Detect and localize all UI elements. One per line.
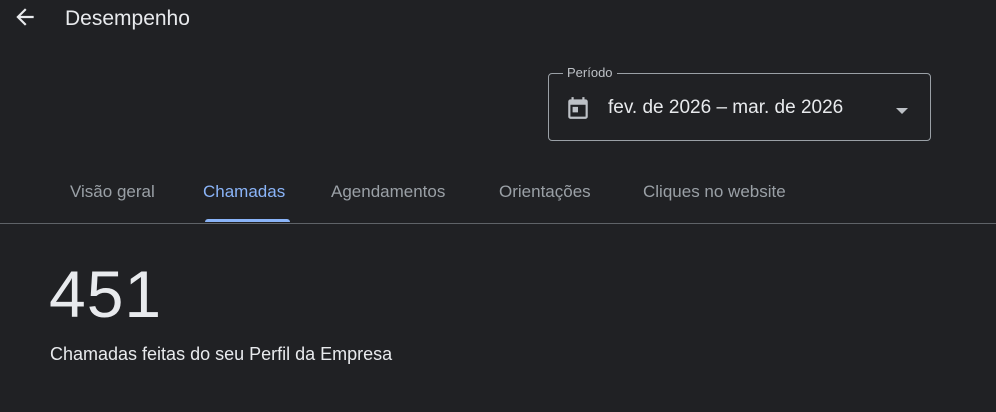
period-value: fev. de 2026 – mar. de 2026 [608, 97, 844, 118]
tab-overview[interactable]: Visão geral [70, 180, 155, 204]
back-button[interactable] [10, 4, 40, 34]
tab-directions[interactable]: Orientações [499, 180, 591, 204]
arrow-back-icon [12, 4, 38, 35]
tab-calls[interactable]: Chamadas [203, 180, 285, 204]
calendar-icon [565, 95, 591, 121]
calls-count: 451 [49, 257, 163, 331]
active-tab-indicator [205, 219, 290, 222]
period-select[interactable]: Período fev. de 2026 – mar. de 2026 [548, 64, 931, 141]
period-label: Período [563, 64, 617, 82]
arrow-drop-down-icon [895, 103, 909, 114]
tab-bar: Visão geral Chamadas Agendamentos Orient… [0, 170, 996, 224]
page-title: Desempenho [65, 7, 190, 30]
tab-bookings[interactable]: Agendamentos [331, 180, 445, 204]
calls-description: Chamadas feitas do seu Perfil da Empresa [50, 344, 393, 364]
tab-website-clicks[interactable]: Cliques no website [643, 180, 786, 204]
performance-page: Desempenho Período fev. de 2026 – mar. d… [0, 0, 996, 412]
top-app-bar: Desempenho [0, 0, 996, 40]
